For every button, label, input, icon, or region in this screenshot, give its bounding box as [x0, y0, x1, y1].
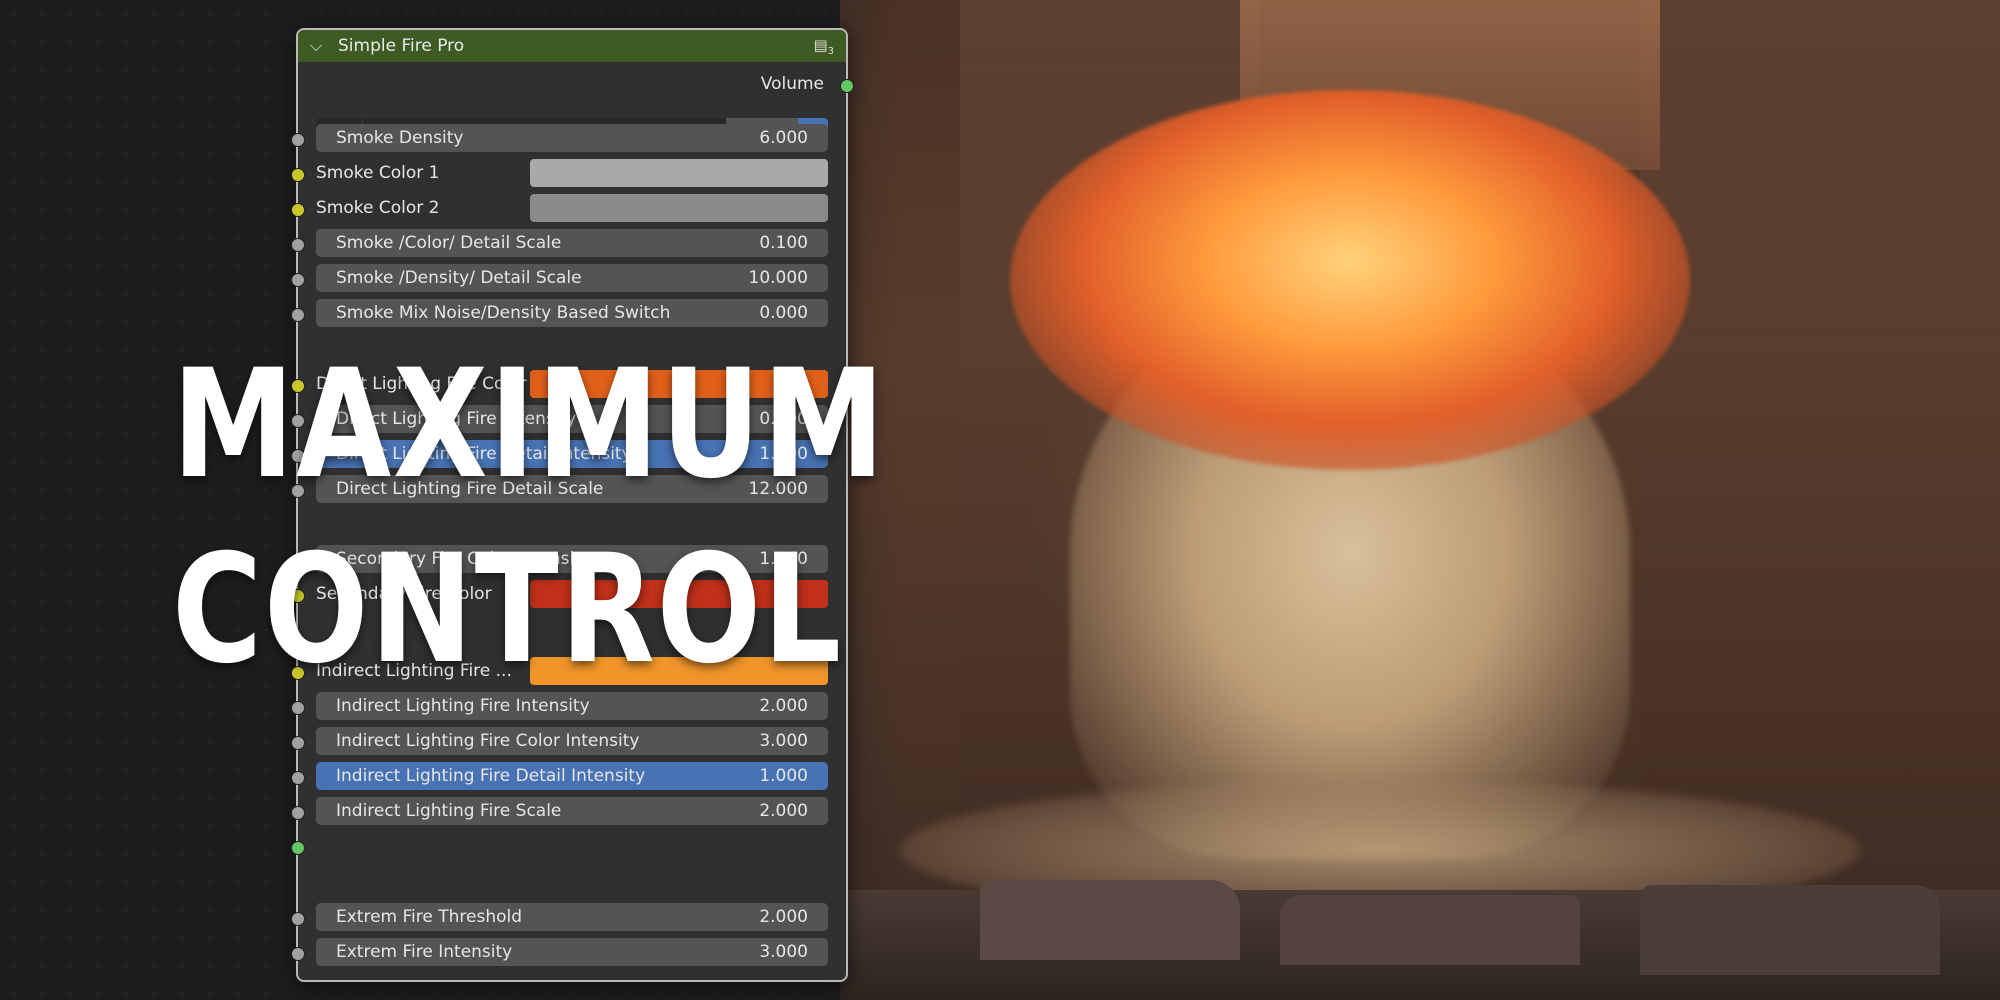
input-row: Smoke /Color/ Detail Scale 0.100 [291, 229, 846, 259]
headline-line-1: MAXIMUM [172, 338, 887, 512]
slider-value: 6.000 [759, 128, 808, 148]
input-socket[interactable] [291, 771, 305, 785]
input-socket[interactable] [291, 308, 305, 322]
input-row: Smoke /Density/ Detail Scale 10.000 [291, 264, 846, 294]
input-row: Smoke Mix Noise/Density Based Switch 0.0… [291, 299, 846, 329]
slider-label: Extrem Fire Threshold [336, 907, 523, 927]
color-input-socket[interactable] [291, 203, 305, 217]
slider-value: 1.000 [759, 766, 808, 786]
node-title: Simple Fire Pro [338, 36, 465, 56]
slider-value: 0.000 [759, 303, 808, 323]
value-slider[interactable]: Indirect Lighting Fire Color Intensity 3… [316, 727, 828, 755]
slider-value: 3.000 [759, 942, 808, 962]
value-slider[interactable]: Smoke /Density/ Detail Scale 10.000 [316, 264, 828, 292]
color-swatch[interactable] [530, 194, 828, 222]
input-row: Indirect Lighting Fire Detail Intensity … [291, 762, 846, 792]
slider-label: Indirect Lighting Fire Intensity [336, 696, 590, 716]
input-socket[interactable] [291, 273, 305, 287]
node-users-icon: ▤3 [813, 35, 834, 57]
color-input-socket[interactable] [291, 168, 305, 182]
value-slider[interactable]: Indirect Lighting Fire Scale 2.000 [316, 797, 828, 825]
value-slider[interactable]: Extrem Fire Intensity 3.000 [316, 938, 828, 966]
slider-label: Indirect Lighting Fire Color Intensity [336, 731, 640, 751]
slider-label: Indirect Lighting Fire Scale [336, 801, 562, 821]
value-slider[interactable]: Smoke Mix Noise/Density Based Switch 0.0… [316, 299, 828, 327]
input-row: Smoke Density 6.000 [291, 124, 846, 154]
slider-label: Smoke Density [336, 128, 464, 148]
value-slider[interactable]: Smoke /Color/ Detail Scale 0.100 [316, 229, 828, 257]
input-socket[interactable] [291, 841, 305, 855]
rock [980, 880, 1240, 960]
slider-label: Smoke /Density/ Detail Scale [336, 268, 582, 288]
slider-value: 3.000 [759, 731, 808, 751]
color-label: Smoke Color 2 [316, 198, 440, 218]
node-user-count: 3 [827, 45, 834, 57]
slider-label: Extrem Fire Intensity [336, 942, 513, 962]
volume-output-socket[interactable] [840, 79, 854, 93]
slider-value: 0.100 [759, 233, 808, 253]
input-row: Indirect Lighting Fire Color Intensity 3… [291, 727, 846, 757]
input-row: Extrem Fire Intensity 3.000 [291, 938, 846, 968]
headline-line-2: CONTROL [172, 523, 843, 697]
slider-value: 10.000 [748, 268, 808, 288]
slider-label: Smoke Mix Noise/Density Based Switch [336, 303, 671, 323]
rock [1280, 895, 1580, 965]
output-label: Volume [760, 74, 824, 94]
fire-cloud [1010, 90, 1690, 470]
render-viewport [840, 0, 2000, 1000]
input-socket[interactable] [291, 701, 305, 715]
slider-label: Smoke /Color/ Detail Scale [336, 233, 562, 253]
input-socket[interactable] [291, 947, 305, 961]
canyon-wall-right [1640, 0, 2000, 900]
value-slider[interactable]: Smoke Density 6.000 [316, 124, 828, 152]
input-socket[interactable] [291, 133, 305, 147]
input-socket[interactable] [291, 912, 305, 926]
slider-value: 2.000 [759, 696, 808, 716]
output-volume-row: Volume [298, 70, 854, 100]
value-slider[interactable]: Extrem Fire Threshold 2.000 [316, 903, 828, 931]
slider-label: Indirect Lighting Fire Detail Intensity [336, 766, 646, 786]
slider-value: 2.000 [759, 801, 808, 821]
spacer-row [291, 832, 846, 862]
chevron-down-icon[interactable]: ⌵ [310, 36, 330, 56]
input-socket[interactable] [291, 736, 305, 750]
value-slider-selected[interactable]: Indirect Lighting Fire Detail Intensity … [316, 762, 828, 790]
input-row: Smoke Color 1 [291, 159, 846, 189]
slider-value: 2.000 [759, 907, 808, 927]
color-label: Smoke Color 1 [316, 163, 440, 183]
input-socket[interactable] [291, 806, 305, 820]
input-row: Extrem Fire Threshold 2.000 [291, 903, 846, 933]
input-socket[interactable] [291, 238, 305, 252]
input-row: Indirect Lighting Fire Scale 2.000 [291, 797, 846, 827]
rock [1640, 885, 1940, 975]
input-row: Smoke Color 2 [291, 194, 846, 224]
color-swatch[interactable] [530, 159, 828, 187]
node-header[interactable]: ⌵ Simple Fire Pro ▤3 [298, 30, 846, 62]
